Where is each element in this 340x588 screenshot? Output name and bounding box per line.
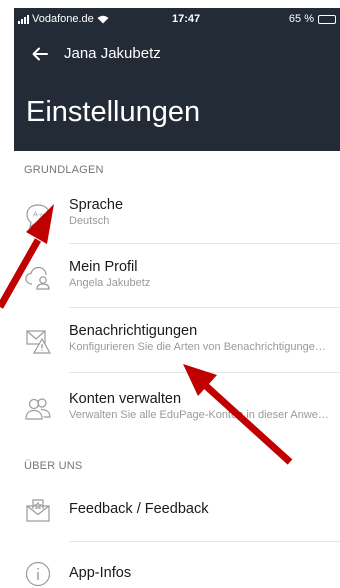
notification-warning-icon: [24, 327, 52, 355]
accounts-icon: [24, 395, 52, 423]
settings-item-title: Benachrichtigungen: [69, 323, 198, 339]
back-button-label[interactable]: Jana Jakubetz: [64, 45, 161, 62]
page-title: Einstellungen: [26, 96, 201, 128]
section-label-basics: GRUNDLAGEN: [24, 164, 104, 176]
status-bar: Vodafone.de 17:47 65 %: [14, 8, 340, 32]
navigation-bar: Jana Jakubetz: [14, 38, 340, 72]
settings-item-subtitle: Verwalten Sie alle EduPage-Konten in die…: [69, 409, 329, 421]
divider: [69, 372, 340, 373]
profile-cloud-icon: [24, 263, 52, 291]
battery-percent: 65 %: [288, 13, 314, 25]
carrier-name: Vodafone.de: [32, 13, 94, 25]
back-arrow-icon[interactable]: [30, 44, 50, 64]
app-header: Vodafone.de 17:47 65 % Jana Jakubetz Ein…: [14, 8, 340, 151]
feedback-icon: [24, 496, 52, 524]
language-icon: A文: [24, 201, 52, 229]
divider: [69, 541, 340, 542]
settings-item-profile[interactable]: Mein Profil Angela Jakubetz: [14, 250, 340, 310]
settings-item-notifications[interactable]: Benachrichtigungen Konfigurieren Sie die…: [14, 314, 340, 374]
settings-item-title: App-Infos: [69, 565, 132, 581]
wifi-icon: [97, 15, 109, 23]
settings-item-app-info[interactable]: App-Infos: [14, 548, 340, 588]
info-icon: [24, 560, 52, 588]
divider: [69, 243, 340, 244]
settings-item-subtitle: Angela Jakubetz: [69, 277, 151, 289]
settings-item-subtitle: Deutsch: [69, 215, 110, 227]
svg-text:文: 文: [39, 213, 45, 221]
settings-item-title: Konten verwalten: [69, 391, 182, 407]
settings-item-title: Sprache: [69, 197, 124, 213]
carrier-info: Vodafone.de: [18, 13, 109, 25]
settings-item-accounts[interactable]: Konten verwalten Verwalten Sie alle EduP…: [14, 382, 340, 442]
settings-item-title: Feedback / Feedback: [69, 501, 209, 517]
battery-icon: [318, 14, 336, 24]
settings-item-feedback[interactable]: Feedback / Feedback: [14, 484, 340, 536]
settings-item-subtitle: Konfigurieren Sie die Arten von Benachri…: [69, 341, 326, 353]
svg-text:A: A: [33, 211, 38, 219]
status-time: 17:47: [172, 13, 201, 25]
battery-info: 65 %: [289, 13, 336, 25]
divider: [69, 307, 340, 308]
settings-item-language[interactable]: A文 Sprache Deutsch: [14, 188, 340, 248]
section-label-about: ÜBER UNS: [24, 460, 83, 472]
signal-icon: [18, 14, 29, 24]
settings-item-title: Mein Profil: [69, 259, 138, 275]
